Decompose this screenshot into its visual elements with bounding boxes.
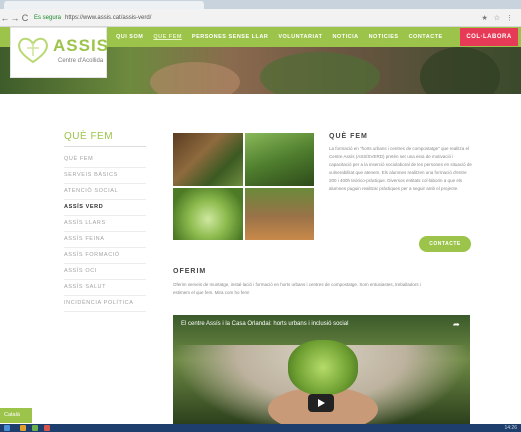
garden-photo [245, 133, 314, 186]
start-icon[interactable] [4, 425, 10, 431]
play-icon[interactable] [308, 394, 334, 412]
menu-item-voluntariat[interactable]: VOLUNTARIAT [278, 34, 322, 40]
sidebar-item-que-fem[interactable]: QUÈ FEM [64, 152, 146, 168]
sidebar-item-assis-llars[interactable]: ASSÍS LLARS [64, 216, 146, 232]
clock: 14:26 [504, 425, 517, 431]
garden-photo [245, 188, 314, 240]
taskbar-app-icon[interactable] [20, 425, 26, 431]
logo-subtitle: Centre d'Acollida [58, 58, 104, 64]
browser-tab[interactable] [4, 1, 204, 9]
menu-item-noticia[interactable]: NOTICIA [332, 34, 358, 40]
share-arrow-icon[interactable]: ➦ [453, 320, 460, 329]
address-bar: ← → C Es segura https://www.assis.cat/as… [0, 9, 521, 27]
extension-icons[interactable]: ★ ☆ ⋮ [482, 14, 515, 22]
main-menu: QUI SOM QUE FEM PERSONES SENSE LLAR VOLU… [116, 27, 453, 47]
secure-label: Es segura [34, 14, 62, 21]
hero-shape [260, 52, 380, 94]
sidebar-item-assis-salut[interactable]: ASSÍS SALUT [64, 280, 146, 296]
section-heading: QUÈ FEM [329, 133, 368, 140]
url-field[interactable]: https://www.assis.cat/assis-verd/ [65, 15, 482, 21]
menu-item-contacte[interactable]: CONTACTE [409, 34, 443, 40]
sidebar-item-atencio-social[interactable]: ATENCIÓ SOCIAL [64, 184, 146, 200]
taskbar-app-icon[interactable] [44, 425, 50, 431]
video-embed[interactable]: El centre Assís i la Casa Orlandai: hort… [173, 315, 470, 426]
site-logo[interactable]: ASSIS Centre d'Acollida [10, 27, 110, 78]
offer-paragraph: Oferim serveis de muntatge, instal·lació… [173, 282, 421, 295]
back-arrow-icon[interactable]: ← [0, 13, 10, 23]
sidebar-item-assis-formacio[interactable]: ASSÍS FORMACIÓ [64, 248, 146, 264]
reload-icon[interactable]: C [20, 13, 30, 23]
menu-item-qui-som[interactable]: QUI SOM [116, 34, 143, 40]
hero-shape [420, 47, 500, 94]
language-selector[interactable]: Català [0, 408, 32, 423]
logo-brand: ASSIS [53, 36, 110, 55]
menu-item-noticies[interactable]: NOTICIES [369, 34, 399, 40]
hero-shape [150, 62, 240, 94]
video-title[interactable]: El centre Assís i la Casa Orlandai: hort… [181, 321, 431, 327]
menu-item-que-fem[interactable]: QUE FEM [153, 34, 182, 40]
lettuce-photo [173, 188, 243, 240]
section-paragraph: La formació en "horts urbans i centres d… [329, 146, 472, 191]
taskbar-app-icon[interactable] [32, 425, 38, 431]
sidebar-item-assis-verd[interactable]: ASSÍS VERD [64, 200, 146, 216]
heart-logo-icon [18, 37, 48, 64]
forward-arrow-icon[interactable]: → [10, 13, 20, 23]
os-taskbar: 14:26 [0, 424, 521, 432]
sidebar-item-serveis-basics[interactable]: SERVEIS BÀSICS [64, 168, 146, 184]
garden-photo [173, 133, 243, 186]
offer-heading: OFERIM [173, 268, 207, 275]
sidebar-item-incidencia-politica[interactable]: INCIDÈNCIA POLÍTICA [64, 296, 146, 312]
contact-button[interactable]: CONTACTE [419, 236, 471, 252]
tab-strip [0, 0, 521, 9]
plant-image [288, 340, 358, 395]
sidebar-divider [64, 146, 146, 147]
collabora-button[interactable]: COL·LABORA [460, 28, 518, 46]
sidebar-item-assis-oci[interactable]: ASSÍS OCI [64, 264, 146, 280]
menu-item-persones-sense-llar[interactable]: PERSONES SENSE LLAR [192, 34, 268, 40]
sidebar-item-assis-feina[interactable]: ASSÍS FEINA [64, 232, 146, 248]
photo-grid [173, 133, 314, 240]
sidebar-title: QUÈ FEM [64, 131, 114, 142]
